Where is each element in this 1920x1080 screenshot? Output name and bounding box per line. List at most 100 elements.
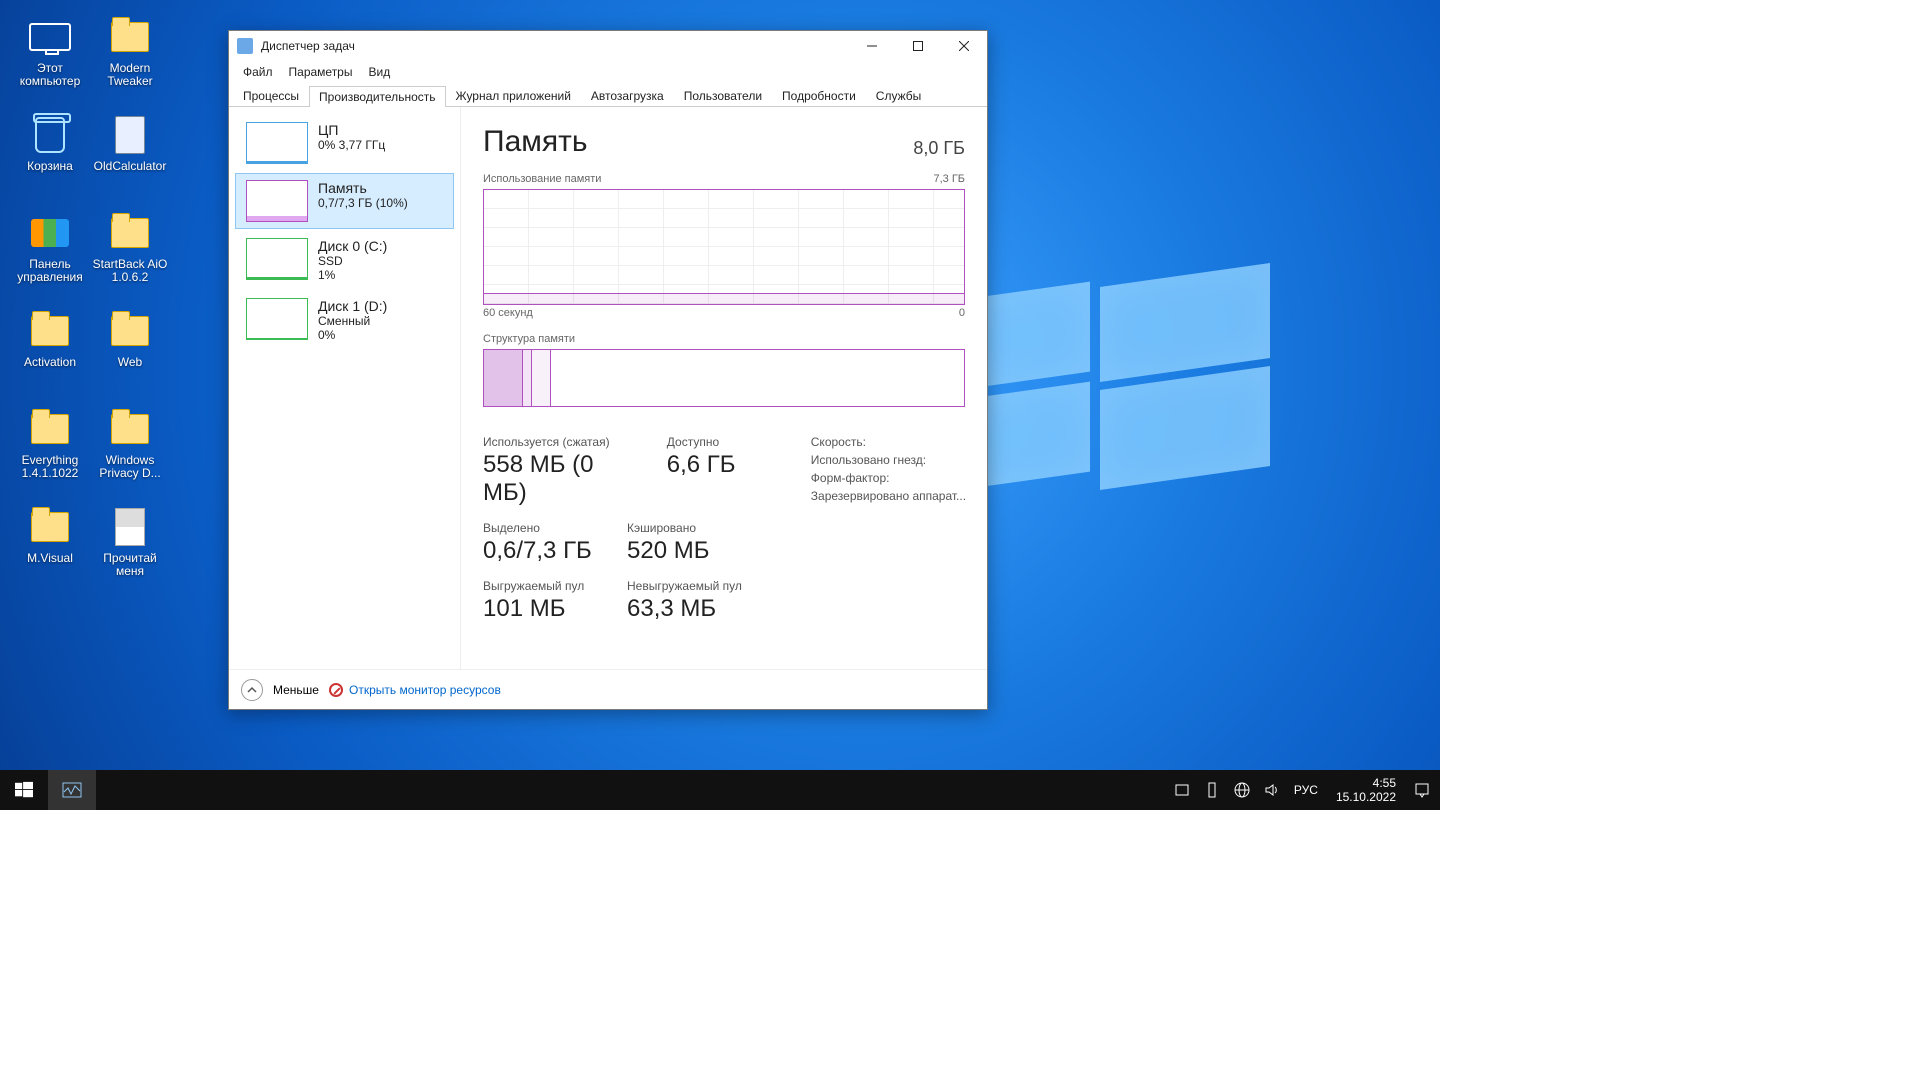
desktop-icon-label: StartBack AiO1.0.6.2 xyxy=(93,258,168,284)
usage-max: 7,3 ГБ xyxy=(933,173,965,185)
desktop-icon-modern-tweaker[interactable]: ModernTweaker xyxy=(90,12,170,110)
taskbar: РУС 4:55 15.10.2022 xyxy=(0,770,1440,810)
minimize-icon xyxy=(867,41,877,51)
desktop-icon-label: Everything1.4.1.1022 xyxy=(22,454,79,480)
tab-0[interactable]: Процессы xyxy=(233,85,309,106)
maximize-button[interactable] xyxy=(895,31,941,61)
recycle-bin-icon xyxy=(29,114,71,156)
desktop-icon-everything[interactable]: Everything1.4.1.1022 xyxy=(10,404,90,502)
sidebar-item-d0[interactable]: Диск 0 (C:)SSD1% xyxy=(235,231,454,289)
old-calculator-icon xyxy=(109,114,151,156)
start-button[interactable] xyxy=(0,770,48,810)
desktop-icon-activation[interactable]: Activation xyxy=(10,306,90,404)
footer: Меньше Открыть монитор ресурсов xyxy=(229,669,987,709)
d0-thumb-graph xyxy=(246,238,308,280)
tab-2[interactable]: Журнал приложений xyxy=(446,85,581,106)
taskbar-task-manager[interactable] xyxy=(48,770,96,810)
sidebar-item-text: Диск 0 (C:)SSD1% xyxy=(318,238,387,282)
resource-monitor-icon xyxy=(329,683,343,697)
sidebar-item-d1[interactable]: Диск 1 (D:)Сменный0% xyxy=(235,291,454,349)
nonpaged-label: Невыгружаемый пул xyxy=(627,579,747,593)
sidebar-item-cpu[interactable]: ЦП0% 3,77 ГГц xyxy=(235,115,454,171)
chevron-up-icon xyxy=(247,685,257,695)
desktop: Этоткомпьютер ModernTweaker КорзинаOldCalc… xyxy=(0,0,1440,810)
avail-label: Доступно xyxy=(667,435,787,449)
desktop-icon-label: Прочитайменя xyxy=(103,552,156,578)
desktop-icon-label: Web xyxy=(118,356,142,369)
startback-icon xyxy=(109,212,151,254)
tab-5[interactable]: Подробности xyxy=(772,85,866,106)
minimize-button[interactable] xyxy=(849,31,895,61)
task-manager-window: Диспетчер задач ФайлПараметрыВид Процесс… xyxy=(228,30,988,710)
win-privacy-icon xyxy=(109,408,151,450)
desktop-icon-label: Этоткомпьютер xyxy=(20,62,81,88)
tab-1[interactable]: Производительность xyxy=(309,86,445,107)
cached-value: 520 МБ xyxy=(627,537,747,565)
notifications-icon[interactable] xyxy=(1414,782,1430,798)
menubar: ФайлПараметрыВид xyxy=(229,61,987,83)
windows-icon xyxy=(15,781,33,799)
paged-label: Выгружаемый пул xyxy=(483,579,603,593)
menu-Вид[interactable]: Вид xyxy=(360,63,398,81)
system-tray: РУС 4:55 15.10.2022 xyxy=(1164,776,1440,804)
tab-3[interactable]: Автозагрузка xyxy=(581,85,674,106)
collapse-button[interactable] xyxy=(241,679,263,701)
desktop-icon-label: ModernTweaker xyxy=(107,62,152,88)
mvisual-icon xyxy=(29,506,71,548)
tray-rect-icon[interactable] xyxy=(1174,782,1190,798)
main-panel: Память 8,0 ГБ Использование памяти 7,3 Г… xyxy=(461,107,987,669)
network-icon[interactable] xyxy=(1234,782,1250,798)
maximize-icon xyxy=(913,41,923,51)
tab-6[interactable]: Службы xyxy=(866,85,931,106)
memory-capacity: 8,0 ГБ xyxy=(913,138,965,159)
desktop-icons: Этоткомпьютер ModernTweaker КорзинаOldCalc… xyxy=(10,12,190,600)
volume-icon[interactable] xyxy=(1264,782,1280,798)
sidebar: ЦП0% 3,77 ГГц Память0,7/7,3 ГБ (10%) Диск … xyxy=(229,107,461,669)
mem-thumb-graph xyxy=(246,180,308,222)
desktop-icon-mvisual[interactable]: M.Visual xyxy=(10,502,90,600)
this-pc-icon xyxy=(29,16,71,58)
desktop-icon-this-pc[interactable]: Этоткомпьютер xyxy=(10,12,90,110)
desktop-icon-readme[interactable]: Прочитайменя xyxy=(90,502,170,600)
desktop-icon-old-calculator[interactable]: OldCalculator xyxy=(90,110,170,208)
menu-Параметры[interactable]: Параметры xyxy=(281,63,361,81)
desktop-icon-control-panel[interactable]: Панельуправления xyxy=(10,208,90,306)
menu-Файл[interactable]: Файл xyxy=(235,63,281,81)
readme-icon xyxy=(109,506,151,548)
avail-value: 6,6 ГБ xyxy=(667,451,787,479)
close-button[interactable] xyxy=(941,31,987,61)
window-title: Диспетчер задач xyxy=(261,39,355,53)
desktop-icon-recycle-bin[interactable]: Корзина xyxy=(10,110,90,208)
tab-4[interactable]: Пользователи xyxy=(674,85,772,106)
paged-value: 101 МБ xyxy=(483,595,603,623)
sidebar-item-text: Память0,7/7,3 ГБ (10%) xyxy=(318,180,408,222)
desktop-icon-startback[interactable]: StartBack AiO1.0.6.2 xyxy=(90,208,170,306)
used-value: 558 МБ (0 МБ) xyxy=(483,451,643,507)
tray-usb-icon[interactable] xyxy=(1204,782,1220,798)
composition-label: Структура памяти xyxy=(483,333,575,345)
sidebar-item-text: Диск 1 (D:)Сменный0% xyxy=(318,298,387,342)
desktop-icon-win-privacy[interactable]: WindowsPrivacy D... xyxy=(90,404,170,502)
desktop-icon-label: Activation xyxy=(24,356,76,369)
sidebar-item-mem[interactable]: Память0,7/7,3 ГБ (10%) xyxy=(235,173,454,229)
less-label[interactable]: Меньше xyxy=(273,683,319,697)
modern-tweaker-icon xyxy=(109,16,151,58)
everything-icon xyxy=(29,408,71,450)
titlebar[interactable]: Диспетчер задач xyxy=(229,31,987,61)
axis-right: 0 xyxy=(959,307,965,319)
control-panel-icon xyxy=(29,212,71,254)
desktop-icon-web[interactable]: Web xyxy=(90,306,170,404)
usage-label: Использование памяти xyxy=(483,173,601,185)
clock[interactable]: 4:55 15.10.2022 xyxy=(1332,776,1400,804)
close-icon xyxy=(959,41,969,51)
d1-thumb-graph xyxy=(246,298,308,340)
open-resource-monitor-link[interactable]: Открыть монитор ресурсов xyxy=(329,683,501,697)
commit-label: Выделено xyxy=(483,521,603,535)
desktop-icon-label: Панельуправления xyxy=(17,258,82,284)
activation-icon xyxy=(29,310,71,352)
language-indicator[interactable]: РУС xyxy=(1294,783,1318,797)
task-manager-icon xyxy=(62,782,82,798)
commit-value: 0,6/7,3 ГБ xyxy=(483,537,603,565)
cpu-thumb-graph xyxy=(246,122,308,164)
memory-composition-bar xyxy=(483,349,965,407)
